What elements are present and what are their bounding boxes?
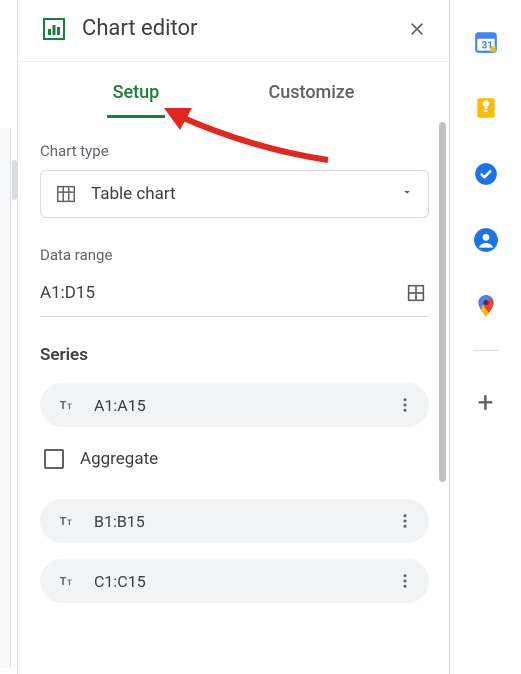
text-format-icon: TT <box>58 395 78 415</box>
svg-text:T: T <box>67 518 72 527</box>
spreadsheet-edge <box>0 0 18 674</box>
chart-editor-panel: Chart editor Setup Customize Chart type … <box>18 0 450 674</box>
svg-text:T: T <box>67 578 72 587</box>
aggregate-row: Aggregate <box>40 443 429 499</box>
calendar-app-button[interactable]: 31 <box>472 28 500 56</box>
data-range-label: Data range <box>40 246 429 264</box>
tab-customize[interactable]: Customize <box>263 62 361 118</box>
keep-app-button[interactable] <box>472 94 500 122</box>
svg-text:T: T <box>60 515 67 528</box>
tabs: Setup Customize <box>18 62 449 118</box>
more-vert-icon <box>396 572 414 590</box>
series-item-label: B1:B15 <box>94 512 375 531</box>
chevron-down-icon <box>400 185 414 203</box>
series-item-1[interactable]: TT B1:B15 <box>40 499 429 543</box>
plus-icon: + <box>478 389 494 417</box>
data-range-input[interactable]: A1:D15 <box>40 283 393 303</box>
aggregate-label: Aggregate <box>80 449 158 469</box>
maps-icon <box>473 293 499 319</box>
chart-logo-icon <box>42 17 66 41</box>
text-format-icon: TT <box>58 571 78 591</box>
tab-setup[interactable]: Setup <box>107 62 166 118</box>
chart-type-select[interactable]: Table chart <box>40 170 429 218</box>
tasks-app-button[interactable] <box>472 160 500 188</box>
side-panel: 31 + <box>450 0 521 674</box>
svg-text:31: 31 <box>481 41 492 52</box>
close-button[interactable] <box>405 17 429 41</box>
contacts-app-button[interactable] <box>472 226 500 254</box>
keep-icon <box>473 95 499 121</box>
series-item-menu[interactable] <box>391 507 419 535</box>
maps-app-button[interactable] <box>472 292 500 320</box>
data-range-row: A1:D15 <box>40 274 429 317</box>
select-range-button[interactable] <box>403 280 429 306</box>
panel-title: Chart editor <box>82 16 389 41</box>
grid-icon <box>405 282 427 304</box>
series-item-label: A1:A15 <box>94 396 375 415</box>
panel-header: Chart editor <box>18 0 449 62</box>
panel-body: Chart type Table chart Data range A1:D15… <box>18 118 449 674</box>
series-title: Series <box>40 345 429 365</box>
chart-type-value: Table chart <box>91 184 386 204</box>
series-item-2[interactable]: TT C1:C15 <box>40 559 429 603</box>
series-item-menu[interactable] <box>391 567 419 595</box>
more-vert-icon <box>396 396 414 414</box>
aggregate-checkbox[interactable] <box>44 449 64 469</box>
more-vert-icon <box>396 512 414 530</box>
svg-text:T: T <box>60 399 67 412</box>
series-item-label: C1:C15 <box>94 572 375 591</box>
row-header-strip <box>0 128 11 668</box>
series-item-0[interactable]: TT A1:A15 <box>40 383 429 427</box>
tasks-icon <box>473 161 499 187</box>
sheet-scrollbar-thumb[interactable] <box>12 160 17 200</box>
sidebar-divider <box>473 350 499 351</box>
close-icon <box>407 19 427 39</box>
svg-text:T: T <box>67 402 72 411</box>
calendar-icon: 31 <box>473 29 499 55</box>
add-on-button[interactable]: + <box>472 389 500 417</box>
table-chart-icon <box>55 183 77 205</box>
svg-text:T: T <box>60 575 67 588</box>
text-format-icon: TT <box>58 511 78 531</box>
chart-type-label: Chart type <box>40 142 429 160</box>
panel-scrollbar-thumb[interactable] <box>439 122 446 482</box>
series-item-menu[interactable] <box>391 391 419 419</box>
contacts-icon <box>473 227 499 253</box>
